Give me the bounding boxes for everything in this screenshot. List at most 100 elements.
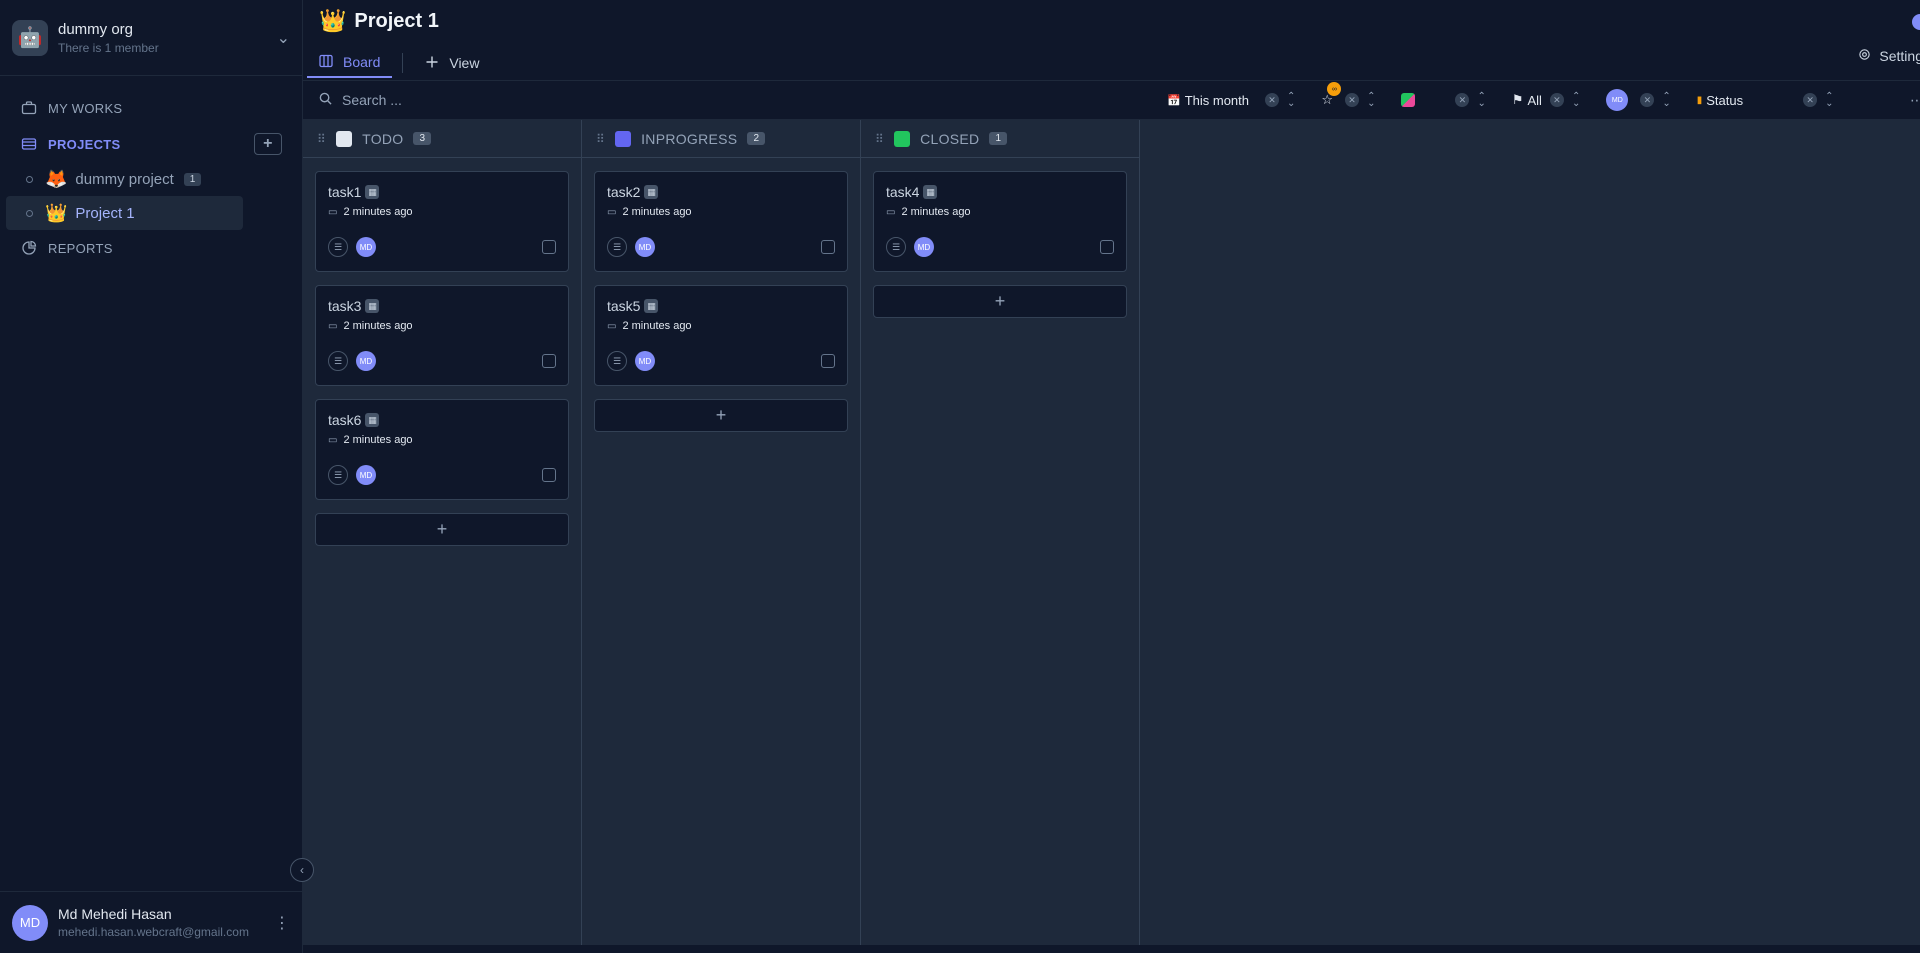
column-count-badge: 1 [989, 132, 1008, 145]
task-card[interactable]: task6 ▦ ▭ 2 minutes ago ☰ MD [315, 399, 569, 500]
avatar[interactable]: MD [635, 351, 655, 371]
subtask-icon[interactable]: ☰ [328, 465, 348, 485]
sort-icon[interactable]: ⌃ ⌄ [1572, 92, 1580, 109]
drag-handle-icon[interactable]: ⠿ [875, 132, 884, 146]
column-title: TODO [362, 130, 404, 147]
task-title: task1 [328, 184, 362, 200]
task-card[interactable]: task4 ▦ ▭ 2 minutes ago ☰ MD [873, 171, 1127, 272]
task-card[interactable]: task1 ▦ ▭ 2 minutes ago ☰ MD [315, 171, 569, 272]
task-date: 2 minutes ago [343, 320, 413, 332]
add-task-button[interactable]: + [315, 513, 569, 546]
label-filter[interactable]: ✕ ⌃ ⌄ [1401, 92, 1486, 109]
column-header[interactable]: ⠿ TODO 3 [303, 120, 581, 158]
org-member-count: There is 1 member [58, 40, 159, 55]
sidebar-item-label: REPORTS [48, 240, 113, 256]
assignee-filter[interactable]: MD ✕ ⌃ ⌄ [1606, 89, 1671, 111]
search-icon [319, 92, 332, 108]
tag-icon: ▦ [923, 185, 938, 199]
avatar[interactable] [1912, 14, 1920, 30]
sort-icon[interactable]: ⌃ ⌄ [1477, 92, 1485, 109]
status-filter[interactable]: ▮ Status ✕ ⌃ ⌄ [1697, 92, 1834, 109]
task-date: 2 minutes ago [622, 206, 692, 218]
close-icon[interactable]: ✕ [1455, 93, 1470, 107]
collapse-sidebar-button[interactable]: ‹ [290, 858, 314, 882]
sidebar-project-project-1[interactable]: 👑 Project 1 [6, 196, 243, 230]
filters: 📅 This month ✕ ⌃ ⌄ ☆ ∞ ✕ ⌃ ⌄ ✕ ⌃ ⌄ ⚑ All… [1167, 80, 1860, 120]
task-checkbox[interactable] [821, 240, 835, 254]
project-title: Project 1 [354, 9, 439, 32]
bullet-icon [26, 209, 33, 217]
sort-icon[interactable]: ⌃ ⌄ [1367, 92, 1375, 109]
add-project-button[interactable]: + [254, 133, 282, 155]
bottom-scrollbar[interactable] [303, 945, 1920, 953]
avatar[interactable]: MD [914, 237, 934, 257]
sidebar-item-reports[interactable]: REPORTS [6, 230, 296, 266]
sort-icon[interactable]: ⌃ ⌄ [1825, 92, 1833, 109]
user-profile[interactable]: MD Md Mehedi Hasan mehedi.hasan.webcraft… [0, 891, 302, 953]
columns-icon [319, 54, 333, 71]
task-checkbox[interactable] [1100, 240, 1114, 254]
column-header[interactable]: ⠿ CLOSED 1 [861, 120, 1139, 158]
task-card[interactable]: task3 ▦ ▭ 2 minutes ago ☰ MD [315, 285, 569, 386]
close-icon[interactable]: ✕ [1803, 93, 1818, 107]
avatar[interactable]: MD [356, 465, 376, 485]
drag-handle-icon[interactable]: ⠿ [596, 132, 605, 146]
tag-icon: ▦ [644, 185, 659, 199]
task-checkbox[interactable] [542, 468, 556, 482]
sidebar-item-my-works[interactable]: MY WORKS [6, 90, 296, 126]
avatar[interactable]: MD [635, 237, 655, 257]
star-icon: ☆ ∞ [1321, 82, 1342, 108]
task-checkbox[interactable] [542, 240, 556, 254]
subtask-icon[interactable]: ☰ [328, 351, 348, 371]
drag-handle-icon[interactable]: ⠿ [317, 132, 326, 146]
add-task-button[interactable]: + [594, 399, 848, 432]
task-title: task2 [607, 184, 641, 200]
org-name: dummy org [58, 20, 134, 38]
calendar-icon: ▭ [328, 434, 338, 446]
subtask-icon[interactable]: ☰ [328, 237, 348, 257]
close-icon[interactable]: ✕ [1265, 93, 1280, 107]
project-name: dummy project [75, 170, 174, 188]
subtask-icon[interactable]: ☰ [607, 351, 627, 371]
calendar-icon: ▭ [328, 206, 338, 218]
search-box [303, 92, 542, 108]
close-icon[interactable]: ✕ [1640, 93, 1655, 107]
sidebar-project-dummy-project[interactable]: 🦊 dummy project 1 [6, 162, 243, 196]
flag-icon: ⚑ [1511, 92, 1524, 107]
task-date: 2 minutes ago [343, 434, 413, 446]
more-horizontal-icon[interactable]: ⋯ [1910, 92, 1920, 109]
close-icon[interactable]: ✕ [1549, 93, 1564, 107]
close-icon[interactable]: ✕ [1345, 93, 1360, 107]
settings-button[interactable]: Settings [1858, 48, 1920, 64]
add-task-button[interactable]: + [873, 285, 1127, 318]
star-filter[interactable]: ☆ ∞ ✕ ⌃ ⌄ [1321, 82, 1375, 109]
task-checkbox[interactable] [821, 354, 835, 368]
main-content: 👑 Project 1 Board View Setting Search ..… [303, 0, 1920, 953]
column-header[interactable]: ⠿ INPROGRESS 2 [582, 120, 860, 158]
task-checkbox[interactable] [542, 354, 556, 368]
tab-label: Board [343, 54, 381, 70]
subtask-icon[interactable]: ☰ [886, 237, 906, 257]
search-input[interactable] [342, 92, 542, 108]
priority-filter[interactable]: ⚑ All ✕ ⌃ ⌄ [1511, 92, 1581, 109]
more-vertical-icon[interactable]: ⋮ [274, 913, 290, 933]
column-title: CLOSED [920, 130, 980, 147]
sort-icon[interactable]: ⌃ ⌄ [1662, 92, 1670, 109]
view-tabs: Board View [307, 48, 491, 78]
chevron-down-icon[interactable]: ⌄ [277, 28, 290, 48]
tab-board[interactable]: Board [307, 48, 393, 78]
task-card[interactable]: task5 ▦ ▭ 2 minutes ago ☰ MD [594, 285, 848, 386]
date-filter[interactable]: 📅 This month ✕ ⌃ ⌄ [1167, 92, 1295, 109]
subtask-icon[interactable]: ☰ [607, 237, 627, 257]
sidebar-item-projects[interactable]: PROJECTS + [6, 126, 296, 162]
sort-icon[interactable]: ⌃ ⌄ [1287, 92, 1295, 109]
org-switcher[interactable]: 🤖 dummy org There is 1 member ⌄ [0, 0, 302, 76]
divider [402, 53, 404, 73]
avatar[interactable]: MD [356, 237, 376, 257]
add-view-button[interactable]: View [413, 48, 491, 78]
avatar[interactable]: MD [356, 351, 376, 371]
color-swatch [1401, 93, 1416, 107]
card-list: task2 ▦ ▭ 2 minutes ago ☰ MD task5 ▦ ▭ 2… [582, 158, 860, 445]
status-color-icon [615, 130, 632, 147]
task-card[interactable]: task2 ▦ ▭ 2 minutes ago ☰ MD [594, 171, 848, 272]
